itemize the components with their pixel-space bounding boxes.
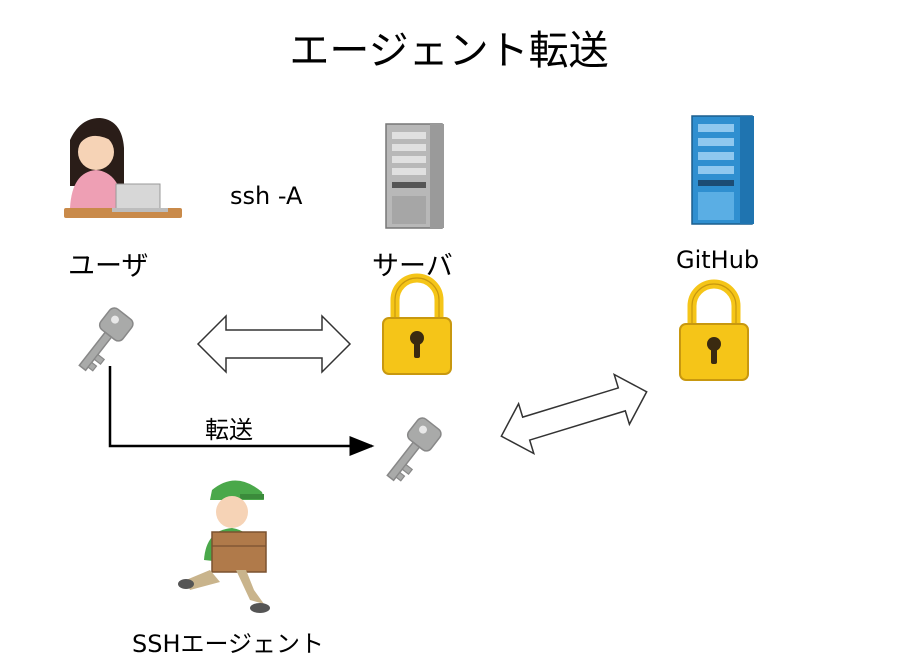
server-github-double-arrow <box>500 373 648 455</box>
ssh-command-label: ssh -A <box>230 182 303 210</box>
server-label: サーバ <box>372 251 453 282</box>
diagram-canvas <box>64 115 754 613</box>
user-key-icon <box>70 304 137 378</box>
github-server-illustration <box>691 115 754 225</box>
ssh-agent-label: SSHエージェント <box>132 630 325 658</box>
server-illustration <box>385 123 444 229</box>
user-label: ユーザ <box>68 251 149 282</box>
server-lock-icon <box>383 278 451 374</box>
forwarded-key-icon <box>378 414 445 488</box>
forward-label: 転送 <box>205 416 253 444</box>
github-lock-icon <box>680 284 748 380</box>
github-label: GitHub <box>676 246 760 274</box>
ssh-agent-delivery-illustration <box>178 480 270 613</box>
user-at-laptop-illustration <box>64 118 182 218</box>
user-server-double-arrow <box>196 314 352 374</box>
